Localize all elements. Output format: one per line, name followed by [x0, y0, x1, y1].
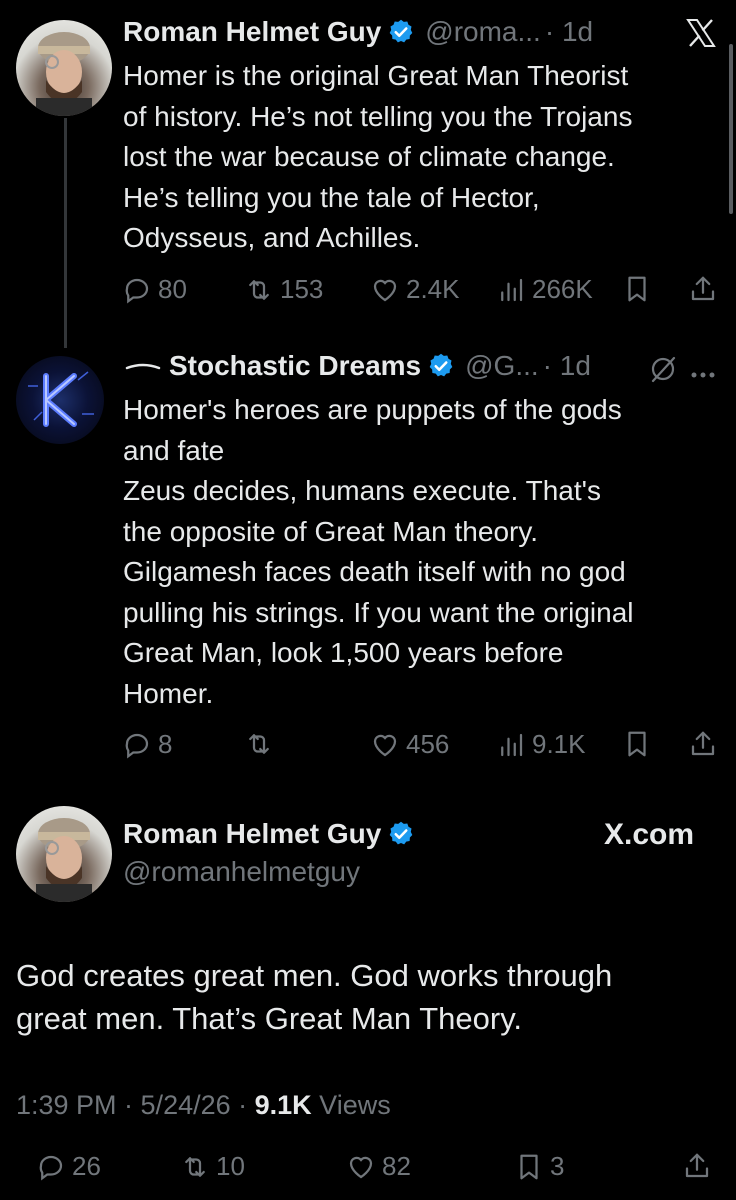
- avatar-image: [36, 32, 92, 116]
- bookmark-button[interactable]: 3: [514, 1151, 564, 1182]
- bookmark-icon: [628, 276, 646, 302]
- verified-badge-icon: [389, 19, 413, 43]
- like-count: 2.4K: [406, 274, 460, 304]
- reply-button[interactable]: 26: [36, 1151, 101, 1182]
- views-button[interactable]: 266K: [496, 274, 593, 305]
- views-count: 9.1K: [254, 1090, 312, 1120]
- reply-count: 8: [158, 729, 173, 759]
- post-meta: 1:39 PM · 5/24/26 · 9.1K Views: [16, 1090, 391, 1121]
- scrollbar[interactable]: [729, 44, 733, 214]
- handle[interactable]: @romanhelmetguy: [123, 856, 360, 888]
- handle[interactable]: @roma...: [425, 16, 541, 48]
- repost-icon: [249, 279, 269, 300]
- repost-icon: [249, 734, 269, 754]
- bookmark-icon: [628, 731, 646, 757]
- post-text: God creates great men. God works through…: [16, 958, 613, 1036]
- x-logo-icon: [686, 18, 716, 53]
- views-icon: [501, 733, 523, 756]
- like-button[interactable]: 82: [346, 1151, 411, 1182]
- timestamp[interactable]: 1:39 PM · 5/24/26 ·: [16, 1090, 255, 1120]
- post-text: Homer is the original Great Man Theorist…: [123, 60, 633, 253]
- reply-icon: [39, 1155, 63, 1180]
- avatar[interactable]: [16, 806, 112, 902]
- display-name[interactable]: Roman Helmet Guy: [123, 16, 381, 48]
- views-count: 9.1K: [532, 729, 586, 759]
- bookmark-button[interactable]: [622, 729, 652, 759]
- reply-button[interactable]: 80: [122, 274, 187, 305]
- post-header: Stochastic Dreams @G... · 1d: [123, 350, 591, 382]
- heart-icon: [349, 1156, 373, 1178]
- views-label: Views: [311, 1090, 391, 1120]
- post-header: Roman Helmet Guy: [123, 818, 415, 850]
- reply-button[interactable]: 8: [122, 729, 172, 760]
- repost-button[interactable]: 153: [244, 274, 323, 305]
- display-name[interactable]: Stochastic Dreams: [169, 350, 421, 382]
- repost-button[interactable]: [244, 729, 280, 759]
- display-name[interactable]: Roman Helmet Guy: [123, 818, 381, 850]
- like-button[interactable]: 456: [370, 729, 449, 760]
- reply-icon: [125, 733, 149, 758]
- avatar-image: [28, 371, 94, 427]
- brand-label: X.com: [604, 818, 695, 851]
- reply-count: 80: [158, 274, 187, 304]
- like-count: 456: [406, 729, 450, 759]
- share-icon: [691, 731, 715, 756]
- post-header: Roman Helmet Guy @roma... · 1d: [123, 16, 593, 48]
- repost-icon: [185, 1156, 205, 1177]
- repost-button[interactable]: 10: [180, 1151, 245, 1182]
- share-button[interactable]: [688, 729, 718, 759]
- heart-icon: [373, 734, 397, 756]
- repost-count: 153: [280, 274, 324, 304]
- avatar[interactable]: [16, 20, 112, 116]
- views-button[interactable]: 9.1K: [496, 729, 586, 760]
- reply-count: 26: [72, 1151, 101, 1181]
- bookmark-icon: [520, 1154, 538, 1179]
- bookmark-button[interactable]: [622, 274, 652, 304]
- grok-icon[interactable]: [648, 354, 678, 389]
- more-icon[interactable]: [690, 366, 720, 384]
- heart-icon: [373, 279, 397, 301]
- like-count: 82: [382, 1151, 411, 1181]
- post-text: Homer's heroes are puppets of the gods a…: [123, 394, 634, 709]
- post-time[interactable]: · 1d: [543, 350, 591, 382]
- post-actions: 80 153 2.4K 266K: [0, 274, 736, 314]
- post-actions: 26 10 82 3: [0, 1151, 736, 1191]
- reply-icon: [125, 278, 149, 303]
- share-icon: [691, 276, 715, 301]
- avatar-image: [36, 818, 92, 902]
- post-time[interactable]: · 1d: [545, 16, 593, 48]
- share-button[interactable]: [688, 274, 718, 304]
- share-button[interactable]: [682, 1151, 712, 1181]
- post-actions: 8 456 9.1K: [0, 729, 736, 769]
- share-icon: [685, 1153, 709, 1178]
- views-count: 266K: [532, 274, 593, 304]
- smile-emblem-icon: [125, 363, 161, 370]
- verified-badge-icon: [429, 353, 453, 377]
- bookmark-count: 3: [550, 1151, 565, 1181]
- handle[interactable]: @G...: [465, 350, 539, 382]
- handle-row: @romanhelmetguy: [123, 856, 360, 888]
- repost-count: 10: [216, 1151, 245, 1181]
- avatar[interactable]: [16, 356, 104, 444]
- like-button[interactable]: 2.4K: [370, 274, 460, 305]
- views-icon: [501, 278, 523, 301]
- verified-badge-icon: [389, 821, 413, 845]
